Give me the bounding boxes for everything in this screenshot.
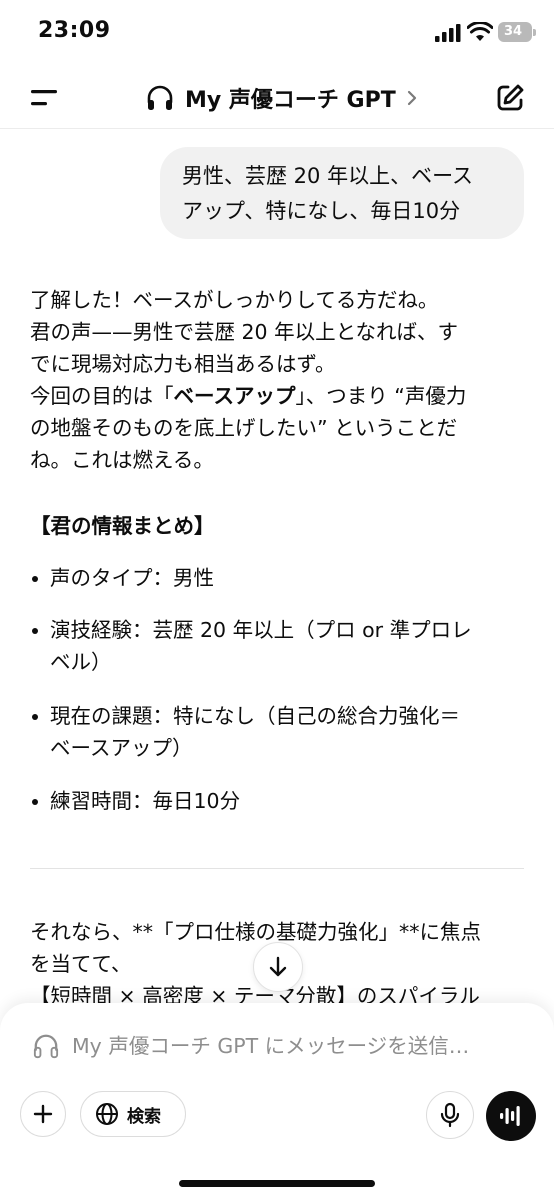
chevron-right-icon [407,90,416,106]
section-heading: 【君の情報まとめ】 [30,514,215,538]
gpt-title-button[interactable]: My 声優コーチ GPT [145,80,418,116]
microphone-icon [440,1102,460,1128]
voice-mode-button[interactable] [486,1091,536,1141]
scroll-to-bottom-button[interactable] [253,942,303,992]
assistant-text-line: それなら、**「プロ仕様の基礎力強化」**に焦点 [30,920,481,944]
bullet-item: 現在の課題：特になし（自己の総合力強化＝ [50,704,460,728]
battery-level: 34 [503,24,523,39]
assistant-text-line: 君の声——男性で芸歴 20 年以上となれば、す [30,320,459,344]
section-divider [30,868,524,869]
assistant-text-line: ね。これは燃える。 [30,448,214,472]
assistant-text-line: 今回の目的は「ベースアップ」、つまり “声優力 [30,378,466,414]
globe-icon [96,1103,118,1125]
menu-icon[interactable] [28,86,60,110]
status-time: 23:09 [38,18,111,43]
search-button-label: 検索 [127,1106,161,1127]
bullet-item: 声のタイプ：男性 [50,566,214,590]
user-message-bubble: 男性、芸歴 20 年以上、ベース アップ、特になし、毎日10分 [160,147,524,239]
composer: My 声優コーチ GPT にメッセージを送信… 検索 [0,1003,554,1200]
bullet-dot [32,799,38,805]
bullet-dot [32,576,38,582]
headphones-icon [147,85,173,110]
dictation-button[interactable] [426,1091,474,1139]
status-bar: 23:09 34 [0,0,554,70]
plus-icon [33,1104,53,1124]
message-input[interactable]: My 声優コーチ GPT にメッセージを送信… [72,1029,469,1059]
assistant-text-line: を当てて、 [30,952,132,976]
assistant-text-line: でに現場対応力も相当あるはず。 [30,352,336,376]
bullet-item: 練習時間：毎日10分 [50,789,241,813]
bullet-item: 演技経験：芸歴 20 年以上（プロ or 準プロレ [50,618,472,642]
text-segment: 今回の目的は「 [30,384,174,408]
gpt-title: My 声優コーチ GPT [185,88,396,113]
signal-icon [435,24,461,42]
user-message-line: 男性、芸歴 20 年以上、ベース [182,164,474,188]
bullet-item-continued: ベル） [50,650,112,674]
arrow-down-icon [269,956,287,977]
voice-mode-icon [500,1106,520,1126]
search-button[interactable]: 検索 [80,1091,186,1137]
chat-header: My 声優コーチ GPT [0,70,554,129]
bold-text: ベースアップ [173,384,296,408]
home-indicator [179,1180,375,1187]
assistant-text-line: 了解した！ベースがしっかりしてる方だね。 [30,288,439,312]
battery-cap [533,29,536,36]
bullet-item-continued: ベースアップ） [50,736,193,760]
text-segment: 」、つまり “声優力 [295,384,467,408]
bullet-dot [32,628,38,634]
bullet-dot [32,714,38,720]
edit-icon[interactable] [494,82,526,114]
user-message-line: アップ、特になし、毎日10分 [182,199,461,223]
wifi-icon [467,22,493,41]
assistant-text-line: の地盤そのものを底上げしたい” ということだ [30,416,458,440]
add-attachment-button[interactable] [20,1091,66,1137]
headphones-icon [33,1034,59,1059]
battery-indicator: 34 [498,22,536,42]
